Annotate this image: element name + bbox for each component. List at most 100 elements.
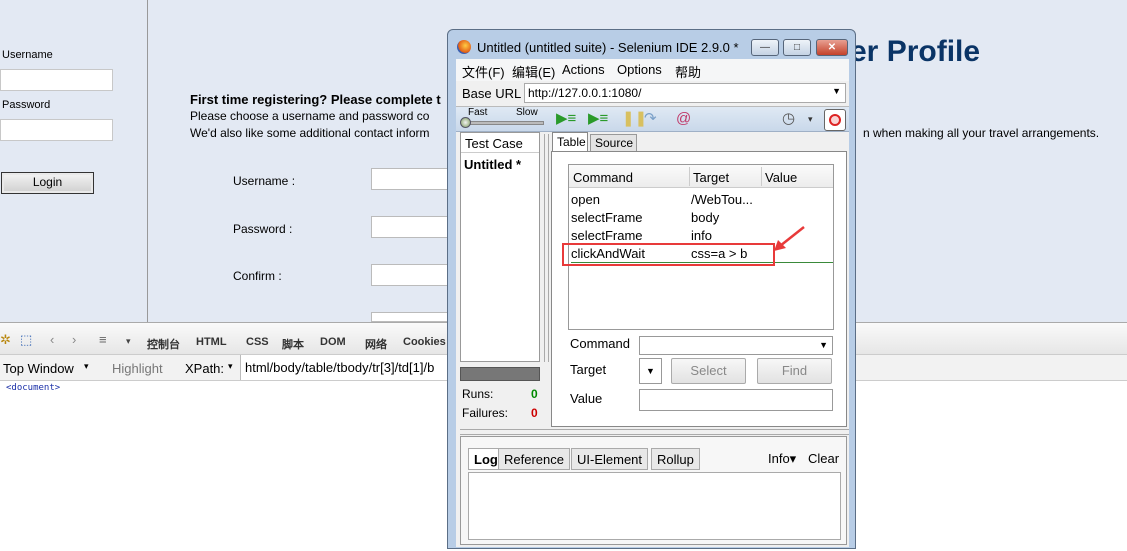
- firebug-bug-icon[interactable]: ✲: [0, 332, 11, 348]
- form-username-label: Username :: [233, 174, 296, 188]
- command-table-header: Command Target Value: [569, 165, 833, 188]
- menu-icon[interactable]: ≡: [99, 332, 107, 347]
- speed-slow-label: Slow: [516, 107, 538, 118]
- base-url-row: Base URL http://127.0.0.1:1080/ ▼: [456, 81, 849, 105]
- value-label: Value: [570, 391, 603, 406]
- test-case-header[interactable]: Test Case: [461, 133, 539, 153]
- row-target: body: [691, 210, 720, 225]
- runs-count: 0: [531, 387, 538, 401]
- horizontal-splitter[interactable]: [460, 429, 849, 435]
- clock-icon[interactable]: ◷: [782, 111, 795, 127]
- info-dropdown[interactable]: Info▾: [768, 451, 796, 467]
- chevron-down-icon[interactable]: ▼: [832, 86, 841, 96]
- highlight-button[interactable]: Highlight: [112, 361, 163, 376]
- top-window-select[interactable]: Top Window: [3, 361, 74, 376]
- forward-icon[interactable]: ›: [72, 332, 76, 347]
- tab-rollup[interactable]: Rollup: [651, 448, 700, 470]
- tab-css[interactable]: CSS: [246, 336, 269, 348]
- form-username-input[interactable]: [371, 168, 451, 190]
- document-node[interactable]: <document>: [6, 383, 60, 393]
- chevron-down-icon[interactable]: ▾: [808, 111, 813, 127]
- chevron-down-icon[interactable]: ▾: [84, 361, 89, 372]
- command-label: Command: [570, 336, 630, 351]
- chevron-down-icon[interactable]: ▼: [819, 340, 828, 350]
- runs-label: Runs:: [462, 387, 494, 401]
- annotation-arrow-icon: [774, 226, 805, 251]
- password-input[interactable]: [0, 119, 113, 141]
- target-label: Target: [570, 362, 607, 377]
- page-title: er Profile: [850, 35, 981, 68]
- row-target: info: [691, 228, 712, 243]
- tab-source[interactable]: Source: [590, 134, 637, 151]
- xpath-path[interactable]: html/body/table/tbody/tr[3]/td[1]/b: [240, 355, 460, 380]
- maximize-button[interactable]: □: [783, 39, 811, 56]
- column-command[interactable]: Command: [573, 170, 633, 185]
- speed-slider[interactable]: [464, 121, 544, 125]
- command-select[interactable]: ▼: [639, 336, 833, 355]
- speed-slider-handle[interactable]: [460, 117, 471, 128]
- login-button[interactable]: Login: [1, 172, 94, 194]
- editor-panel: Command Target Value open /WebTou... sel…: [551, 151, 847, 427]
- column-value[interactable]: Value: [765, 170, 797, 185]
- form-extra-input[interactable]: [371, 312, 451, 322]
- username-input[interactable]: [0, 69, 113, 91]
- menu-help[interactable]: 帮助: [675, 62, 701, 81]
- registration-heading: First time registering? Please complete …: [190, 92, 441, 107]
- play-test-icon[interactable]: ▶≡: [588, 111, 608, 127]
- login-panel: Username Password Login: [0, 0, 148, 322]
- table-row[interactable]: open /WebTou...: [571, 191, 833, 209]
- tab-html[interactable]: HTML: [196, 336, 227, 348]
- title-bar[interactable]: Untitled (untitled suite) - Selenium IDE…: [448, 30, 855, 60]
- log-area[interactable]: [468, 472, 841, 540]
- step-icon[interactable]: ↷: [644, 111, 657, 127]
- menu-edit[interactable]: 编辑(E): [512, 62, 555, 81]
- row-target: /WebTou...: [691, 192, 753, 207]
- tab-script[interactable]: 脚本: [282, 336, 304, 352]
- test-case-panel: Test Case Untitled *: [460, 132, 540, 362]
- chevron-down-icon[interactable]: ▾: [228, 361, 233, 372]
- form-password-input[interactable]: [371, 216, 451, 238]
- back-icon[interactable]: ‹: [50, 332, 54, 347]
- row-command: selectFrame: [571, 210, 643, 225]
- ide-body: 文件(F) 编辑(E) Actions Options 帮助 Base URL …: [456, 59, 849, 547]
- clear-button[interactable]: Clear: [808, 451, 839, 466]
- tab-cookies[interactable]: Cookies: [403, 336, 446, 348]
- row-command: selectFrame: [571, 228, 643, 243]
- row-command: open: [571, 192, 600, 207]
- close-button[interactable]: ✕: [816, 39, 848, 56]
- tab-net[interactable]: 网络: [365, 336, 387, 352]
- select-button[interactable]: Select: [671, 358, 746, 384]
- tab-ui-element[interactable]: UI-Element: [571, 448, 649, 470]
- play-suite-icon[interactable]: ▶≡: [556, 111, 576, 127]
- password-label: Password: [2, 99, 51, 111]
- form-confirm-input[interactable]: [371, 264, 451, 286]
- vertical-splitter[interactable]: [544, 134, 549, 362]
- tab-console[interactable]: 控制台: [147, 336, 180, 352]
- registration-text-2: We'd also like some additional contact i…: [190, 126, 430, 140]
- log-panel: Log Reference UI-Element Rollup Info▾ Cl…: [460, 436, 847, 545]
- column-separator: [761, 167, 762, 186]
- rollup-icon[interactable]: @: [676, 111, 691, 127]
- record-button[interactable]: [824, 109, 846, 131]
- base-url-input[interactable]: http://127.0.0.1:1080/ ▼: [524, 83, 846, 103]
- value-input[interactable]: [639, 389, 833, 411]
- registration-text-2-right: n when making all your travel arrangemen…: [863, 126, 1100, 140]
- inspect-icon[interactable]: ⬚: [20, 332, 32, 348]
- tab-table[interactable]: Table: [552, 132, 588, 151]
- test-case-item[interactable]: Untitled *: [464, 157, 521, 172]
- form-password-label: Password :: [233, 222, 293, 236]
- menu-options[interactable]: Options: [617, 62, 662, 77]
- find-button[interactable]: Find: [757, 358, 832, 384]
- tab-dom[interactable]: DOM: [320, 336, 346, 348]
- username-label: Username: [2, 49, 53, 61]
- menu-dropdown-icon[interactable]: ▾: [126, 336, 131, 347]
- menu-actions[interactable]: Actions: [562, 62, 605, 77]
- menu-file[interactable]: 文件(F): [462, 62, 505, 81]
- highlight-box: [562, 243, 775, 266]
- tab-reference[interactable]: Reference: [498, 448, 570, 470]
- target-select[interactable]: ▼: [639, 358, 662, 384]
- base-url-value: http://127.0.0.1:1080/: [528, 86, 642, 100]
- column-target[interactable]: Target: [693, 170, 729, 185]
- xpath-select[interactable]: XPath:: [185, 361, 224, 376]
- minimize-button[interactable]: —: [751, 39, 779, 56]
